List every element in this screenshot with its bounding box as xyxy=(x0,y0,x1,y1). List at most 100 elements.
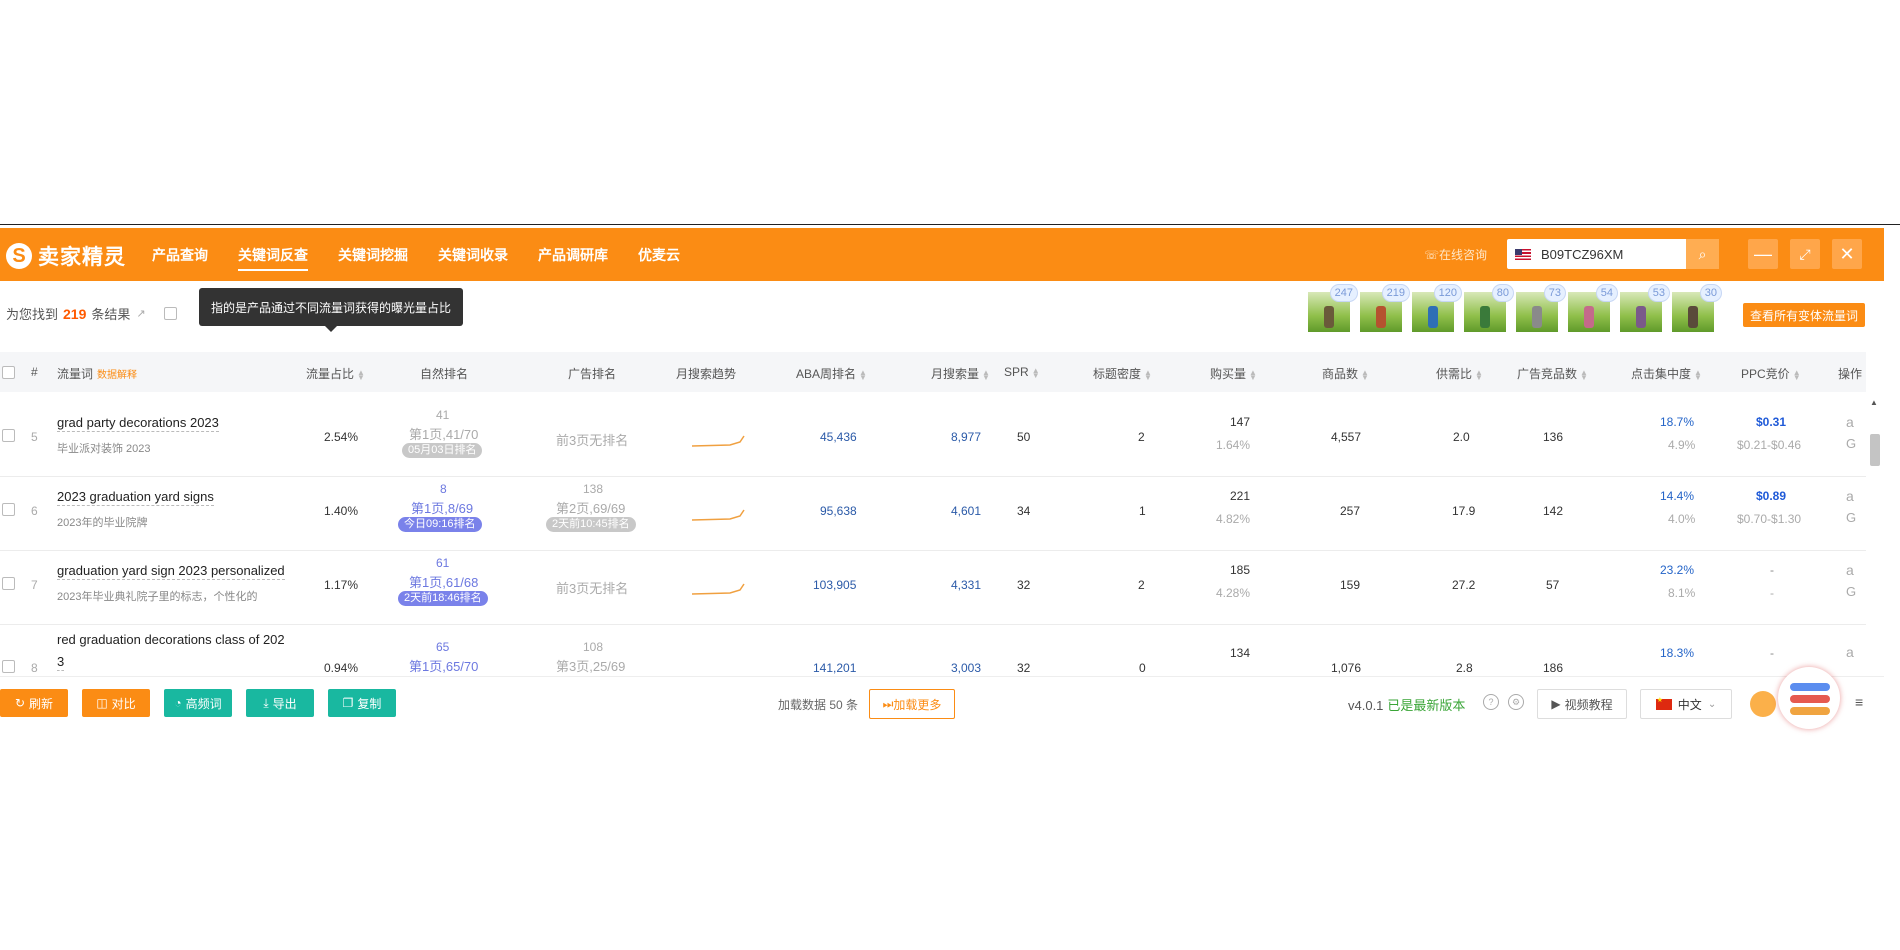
variant-thumbnails: 247 219 120 80 73 54 53 30 xyxy=(1308,284,1722,332)
nav-keyword-index[interactable]: 关键词收录 xyxy=(438,245,508,271)
result-summary: 为您找到 219 条结果 ↗ xyxy=(6,304,177,323)
nav-product-research[interactable]: 产品调研库 xyxy=(538,245,608,271)
copy-icon: ❐ xyxy=(342,696,354,710)
amazon-icon[interactable]: a xyxy=(1846,414,1854,430)
col-purchases[interactable]: 购买量 ▲ ▼ xyxy=(1210,365,1257,382)
supply-demand-ratio: 27.2 xyxy=(1452,578,1476,592)
col-aba-rank[interactable]: ABA周排名 ▲ ▼ xyxy=(796,365,867,382)
language-select[interactable]: 中文 ⌄ xyxy=(1640,689,1732,719)
trend-sparkline[interactable] xyxy=(690,580,746,596)
view-all-variants-button[interactable]: 查看所有变体流量词 xyxy=(1743,303,1865,327)
floating-menu-orb[interactable] xyxy=(1778,667,1840,729)
keyword-text[interactable]: red graduation decorations class of 202 xyxy=(57,632,285,647)
nav-keyword-mining[interactable]: 关键词挖掘 xyxy=(338,245,408,271)
menu-icon[interactable]: ≡ xyxy=(1855,694,1863,710)
filter-checkbox[interactable] xyxy=(163,307,177,320)
purchase-rate: 4.28% xyxy=(1216,586,1251,600)
keyword-text[interactable]: grad party decorations 2023 xyxy=(57,415,219,432)
col-products[interactable]: 商品数 ▲ ▼ xyxy=(1322,365,1369,382)
help-icon[interactable]: ? xyxy=(1483,694,1499,710)
keyword-text-wrap[interactable]: 3 xyxy=(57,654,65,671)
row-checkbox[interactable] xyxy=(2,660,15,676)
col-traffic-share[interactable]: 流量占比 ▲ ▼ xyxy=(306,365,365,382)
row-checkbox[interactable] xyxy=(2,577,15,593)
keyword-text[interactable]: 2023 graduation yard signs xyxy=(57,489,214,506)
aba-rank[interactable]: 45,436 xyxy=(820,430,857,444)
logo[interactable]: S 卖家精灵 xyxy=(6,241,126,271)
refresh-label: 刷新 xyxy=(29,696,54,711)
compare-button[interactable]: ◫ 对比 xyxy=(82,689,150,717)
variant-product-image xyxy=(1480,306,1490,328)
version-info: v4.0.1 已是最新版本 xyxy=(1348,695,1465,714)
variant-thumbnail[interactable]: 53 xyxy=(1620,284,1670,332)
variant-thumbnail[interactable]: 73 xyxy=(1516,284,1566,332)
col-products-label: 商品数 xyxy=(1322,367,1359,381)
nav-youmaiyun[interactable]: 优麦云 xyxy=(638,245,680,271)
close-button[interactable]: ✕ xyxy=(1832,239,1862,269)
download-icon: ⤓ xyxy=(263,695,269,710)
variant-thumbnail[interactable]: 30 xyxy=(1672,284,1722,332)
variant-thumbnail[interactable]: 120 xyxy=(1412,284,1462,332)
google-icon[interactable]: G xyxy=(1846,510,1856,525)
asin-input[interactable] xyxy=(1539,245,1693,263)
refresh-button[interactable]: ↻ 刷新 xyxy=(0,689,68,717)
col-actions: 操作 xyxy=(1838,367,1863,381)
row-checkbox[interactable] xyxy=(2,429,15,445)
col-supply-demand[interactable]: 供需比 ▲ ▼ xyxy=(1436,365,1483,382)
extension-panel: S 卖家精灵 产品查询 关键词反查 关键词挖掘 关键词收录 产品调研库 优麦云 … xyxy=(0,228,1884,729)
scroll-up-icon[interactable]: ▲ xyxy=(1870,398,1878,407)
video-tutorial-button[interactable]: ▶ 视频教程 xyxy=(1537,689,1627,719)
google-icon[interactable]: G xyxy=(1846,436,1856,451)
purchase-rate: 4.82% xyxy=(1216,512,1251,526)
minimize-button[interactable]: — xyxy=(1748,239,1778,269)
footer-toolbar: ↻ 刷新 ◫ 对比 ◔ 高频词 ⤓ 导出 ❐ 复制 加载数据 50 条 ⏭ 加载更多 v4.… xyxy=(0,667,1884,729)
aba-rank[interactable]: 141,201 xyxy=(813,661,856,675)
online-consult-link[interactable]: ☏在线咨询 xyxy=(1424,246,1487,263)
variant-thumbnail[interactable]: 54 xyxy=(1568,284,1618,332)
us-flag-icon[interactable] xyxy=(1515,248,1531,260)
col-spr[interactable]: SPR ▲ ▼ xyxy=(1004,365,1040,379)
scrollbar-thumb[interactable] xyxy=(1870,434,1880,466)
ppc-range: $0.70-$1.30 xyxy=(1737,512,1802,526)
nav-keyword-reverse[interactable]: 关键词反查 xyxy=(238,245,308,271)
row-checkbox[interactable] xyxy=(2,503,15,519)
variant-thumbnail[interactable]: 80 xyxy=(1464,284,1514,332)
col-click-concentration[interactable]: 点击集中度 ▲ ▼ xyxy=(1631,365,1702,382)
select-all-checkbox[interactable] xyxy=(2,366,15,382)
variant-keyword-count-badge: 80 xyxy=(1491,284,1514,302)
amazon-icon[interactable]: a xyxy=(1846,562,1854,578)
avatar[interactable] xyxy=(1750,691,1776,717)
variant-thumbnail[interactable]: 219 xyxy=(1360,284,1410,332)
col-title-density[interactable]: 标题密度 ▲ ▼ xyxy=(1093,365,1152,382)
search-button[interactable]: ⌕ xyxy=(1686,239,1719,269)
fullscreen-button[interactable]: ⤢ xyxy=(1790,239,1820,269)
table-scrollbar[interactable]: ▲ xyxy=(1868,392,1882,654)
col-monthly-search[interactable]: 月搜索量 ▲ ▼ xyxy=(931,365,990,382)
variant-thumbnail[interactable]: 247 xyxy=(1308,284,1358,332)
keyword-text[interactable]: graduation yard sign 2023 personalized xyxy=(57,563,285,580)
amazon-icon[interactable]: a xyxy=(1846,488,1854,504)
data-explanation-link[interactable]: 数据解释 xyxy=(97,370,137,381)
col-click-label: 点击集中度 xyxy=(1631,367,1692,381)
high-frequency-button[interactable]: ◔ 高频词 xyxy=(164,689,232,717)
settings-icon[interactable]: ⚙ xyxy=(1508,694,1524,710)
supply-demand-ratio: 2.0 xyxy=(1453,430,1470,444)
header-bar: S 卖家精灵 产品查询 关键词反查 关键词挖掘 关键词收录 产品调研库 优麦云 … xyxy=(0,228,1884,281)
col-adprod-label: 广告竞品数 xyxy=(1517,367,1578,381)
title-density: 0 xyxy=(1139,661,1146,675)
trend-sparkline[interactable] xyxy=(690,506,746,522)
expand-icon: ⤢ xyxy=(1799,245,1811,262)
load-more-button[interactable]: ⏭ 加载更多 xyxy=(869,689,955,719)
nav-product-search[interactable]: 产品查询 xyxy=(152,245,208,271)
trend-sparkline[interactable] xyxy=(690,432,746,448)
spr: 32 xyxy=(1017,578,1031,592)
copy-button[interactable]: ❐ 复制 xyxy=(328,689,396,717)
share-icon[interactable]: ↗ xyxy=(136,307,145,320)
col-ppc[interactable]: PPC竞价 ▲ ▼ xyxy=(1741,365,1801,382)
col-ad-products[interactable]: 广告竞品数 ▲ ▼ xyxy=(1517,365,1588,382)
aba-rank[interactable]: 95,638 xyxy=(820,504,857,518)
export-button[interactable]: ⤓ 导出 xyxy=(246,689,314,717)
google-icon[interactable]: G xyxy=(1846,584,1856,599)
amazon-icon[interactable]: a xyxy=(1846,644,1854,660)
aba-rank[interactable]: 103,905 xyxy=(813,578,856,592)
